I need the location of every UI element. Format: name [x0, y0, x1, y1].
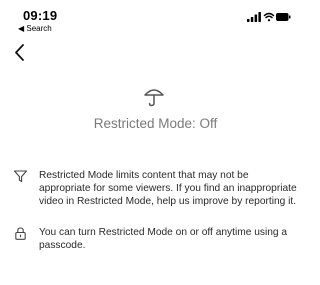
- back-button[interactable]: [10, 40, 32, 66]
- status-time: 09:19: [23, 8, 58, 23]
- chevron-left-icon: [15, 44, 24, 61]
- lock-icon: [13, 226, 28, 241]
- signal-icon: [247, 12, 261, 22]
- umbrella-icon: [141, 83, 167, 109]
- status-icons: [247, 10, 291, 22]
- restricted-mode-status-title: Restricted Mode: Off: [93, 116, 218, 131]
- status-bar: 09:19 ◀ Search: [0, 0, 311, 34]
- info-text-restricted-mode: Restricted Mode limits content that may …: [39, 170, 297, 208]
- filter-icon: [13, 169, 28, 184]
- info-text-passcode: You can turn Restricted Mode on or off a…: [39, 227, 288, 252]
- battery-icon: [276, 13, 291, 21]
- back-to-app-link[interactable]: ◀ Search: [18, 24, 52, 33]
- wifi-icon: [263, 12, 275, 22]
